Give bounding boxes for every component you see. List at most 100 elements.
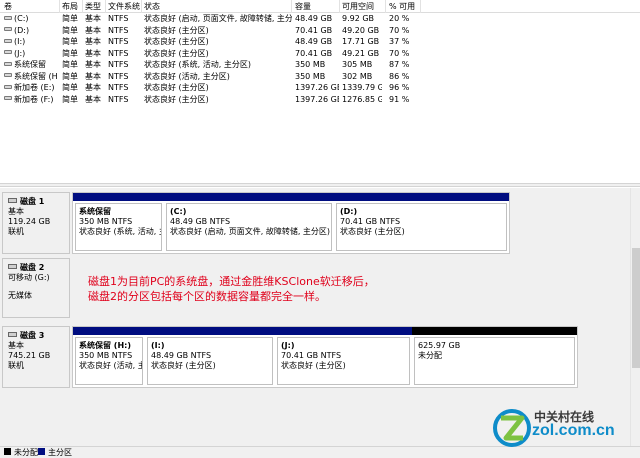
column-header-capacity[interactable]: 容量: [295, 2, 339, 12]
cell-status: 状态良好 (主分区): [144, 37, 209, 46]
volume-list-table: 卷 布局 类型 文件系统 状态 容量 可用空间 % 可用 (C:) 简单 基本 NTF…: [0, 0, 640, 105]
cell-capacity: 350 MB: [295, 71, 326, 81]
legend-primary: 主分区: [38, 448, 72, 458]
legend-unallocated: 未分配: [4, 448, 38, 458]
volume-label: 系统保留: [14, 60, 46, 69]
removable-drive-icon: [8, 264, 17, 269]
cell-filesystem: NTFS: [108, 14, 129, 23]
cell-percent-free: 70 %: [389, 25, 410, 35]
annotation-note: 磁盘1为目前PC的系统盘，通过金胜维KSClone软迁移后， 磁盘2的分区包括每…: [88, 274, 375, 304]
column-divider[interactable]: [59, 0, 60, 13]
zol-logo-icon: [493, 409, 531, 447]
column-divider[interactable]: [82, 0, 83, 13]
partition-size: 48.49 GB NTFS: [170, 217, 231, 226]
disk-type: 基本: [8, 341, 24, 350]
cell-filesystem: NTFS: [108, 25, 129, 35]
column-divider[interactable]: [141, 0, 142, 13]
unallocated-space[interactable]: 625.97 GB 未分配: [412, 327, 577, 387]
cell-status: 状态良好 (主分区): [144, 48, 209, 58]
disk-drive-icon: [8, 198, 17, 203]
disk-3-label[interactable]: 磁盘 3 基本 745.21 GB 联机: [2, 326, 70, 388]
zol-watermark: 中关村在线 zol.com.cn: [492, 404, 632, 452]
column-header-volume[interactable]: 卷: [4, 2, 58, 12]
cell-type: 基本: [85, 71, 101, 81]
disk-3-row: 磁盘 3 基本 745.21 GB 联机 系统保留 (H:) 350 MB NT…: [0, 326, 630, 388]
partition-j[interactable]: (J:) 70.41 GB NTFS 状态良好 (主分区): [275, 327, 412, 387]
partition-d[interactable]: (D:) 70.41 GB NTFS 状态良好 (主分区): [334, 193, 509, 253]
cell-free-space: 49.20 GB: [342, 25, 380, 35]
disk-name: 磁盘 2: [20, 263, 45, 272]
primary-partition-bar: [73, 327, 145, 335]
volume-label: (J:): [14, 48, 26, 58]
disk-size: 119.24 GB: [8, 217, 51, 226]
table-row[interactable]: 新加卷 (E:) 简单 基本 NTFS 状态良好 (主分区) 1397.26 GB 1339…: [0, 82, 640, 94]
column-header-layout[interactable]: 布局: [62, 2, 82, 12]
table-row[interactable]: (D:) 简单 基本 NTFS 状态良好 (主分区) 70.41 GB 49.20 GB 70…: [0, 25, 640, 37]
cell-volume-name: (J:): [4, 49, 58, 59]
cell-status: 状态良好 (主分区): [144, 94, 209, 104]
disk-1-partitions: 系统保留 350 MB NTFS 状态良好 (系统, 活动, 主分区) (C:)…: [72, 192, 510, 254]
column-divider[interactable]: [105, 0, 106, 13]
cell-layout: 简单: [62, 37, 78, 46]
column-header-percent-free[interactable]: % 可用: [389, 2, 419, 12]
partition-h[interactable]: 系统保留 (H:) 350 MB NTFS 状态良好 (活动, 主分区): [73, 327, 145, 387]
primary-partition-bar: [334, 193, 509, 201]
table-row[interactable]: (C:) 简单 基本 NTFS 状态良好 (启动, 页面文件, 故障转储, 主分区) 48…: [0, 13, 640, 25]
table-row[interactable]: (J:) 简单 基本 NTFS 状态良好 (主分区) 70.41 GB 49.21 GB 70…: [0, 48, 640, 60]
cell-percent-free: 96 %: [389, 83, 410, 92]
table-row[interactable]: 系统保留 简单 基本 NTFS 状态良好 (系统, 活动, 主分区) 350 MB 305 …: [0, 59, 640, 71]
cell-status: 状态良好 (系统, 活动, 主分区): [144, 60, 251, 69]
cell-capacity: 70.41 GB: [295, 25, 333, 35]
cell-volume-name: (D:): [4, 26, 58, 36]
cell-status: 状态良好 (活动, 主分区): [144, 71, 230, 81]
partition-status: 状态良好 (活动, 主分区): [79, 361, 142, 370]
column-divider[interactable]: [385, 0, 386, 13]
column-header-status[interactable]: 状态: [144, 2, 292, 12]
cell-free-space: 49.21 GB: [342, 48, 380, 58]
disk-2-label[interactable]: 磁盘 2 可移动 (G:) 无媒体: [2, 258, 70, 318]
volume-label: 新加卷 (F:): [14, 94, 54, 104]
partition-size: 350 MB NTFS: [79, 217, 133, 226]
cell-percent-free: 91 %: [389, 94, 410, 104]
column-header-type[interactable]: 类型: [85, 2, 105, 12]
cell-type: 基本: [85, 83, 101, 92]
table-row[interactable]: 系统保留 (H:) 简单基本 NTFS 状态良好 (活动, 主分区) 350 MB 302…: [0, 71, 640, 83]
pane-splitter[interactable]: [0, 183, 640, 187]
scrollbar-thumb[interactable]: [632, 248, 640, 368]
cell-capacity: 1397.26 GB: [295, 83, 339, 92]
cell-layout: 简单: [62, 83, 78, 92]
cell-status: 状态良好 (主分区): [144, 25, 209, 35]
watermark-url-text: zol.com.cn: [532, 422, 615, 439]
partition-i[interactable]: (I:) 48.49 GB NTFS 状态良好 (主分区): [145, 327, 275, 387]
cell-filesystem: NTFS: [108, 48, 129, 58]
partition-status: 状态良好 (主分区): [340, 227, 405, 236]
cell-free-space: 1276.85 GB: [342, 94, 382, 104]
cell-filesystem: NTFS: [108, 71, 129, 81]
column-divider[interactable]: [420, 0, 421, 13]
cell-capacity: 70.41 GB: [295, 48, 333, 58]
partition-size: 48.49 GB NTFS: [151, 351, 212, 360]
partition-status: 状态良好 (系统, 活动, 主分区): [79, 227, 161, 236]
cell-volume-name: (I:): [4, 37, 58, 47]
cell-volume-name: 新加卷 (F:): [4, 95, 58, 105]
cell-filesystem: NTFS: [108, 83, 129, 92]
column-header-free-space[interactable]: 可用空间: [342, 2, 382, 12]
volume-label: 系统保留 (H:): [14, 71, 58, 81]
partition-system-reserved[interactable]: 系统保留 350 MB NTFS 状态良好 (系统, 活动, 主分区): [73, 193, 164, 253]
partition-status: 状态良好 (主分区): [281, 361, 346, 370]
column-header-filesystem[interactable]: 文件系统: [108, 2, 142, 12]
cell-layout: 简单: [62, 14, 78, 23]
volume-icon: [4, 96, 12, 100]
cell-free-space: 17.71 GB: [342, 37, 380, 46]
primary-partition-bar: [275, 327, 412, 335]
volume-icon: [4, 84, 12, 89]
column-divider[interactable]: [339, 0, 340, 13]
disk-1-label[interactable]: 磁盘 1 基本 119.24 GB 联机: [2, 192, 70, 254]
primary-swatch: [38, 448, 45, 455]
table-row[interactable]: (I:) 简单 基本 NTFS 状态良好 (主分区) 48.49 GB 17.71 GB 37…: [0, 36, 640, 48]
table-row[interactable]: 新加卷 (F:) 简单 基本 NTFS 状态良好 (主分区) 1397.26 GB 1276…: [0, 94, 640, 106]
partition-name: (I:): [151, 341, 165, 350]
column-divider[interactable]: [291, 0, 292, 13]
cell-capacity: 48.49 GB: [295, 14, 333, 23]
partition-c[interactable]: (C:) 48.49 GB NTFS 状态良好 (启动, 页面文件, 故障转储,…: [164, 193, 334, 253]
